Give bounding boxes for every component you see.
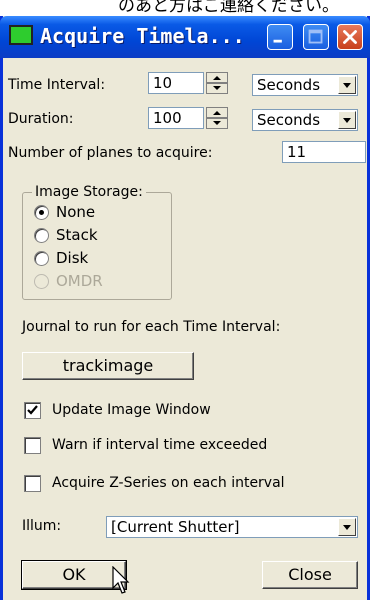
dropdown-arrow-button[interactable] [338, 76, 356, 94]
chevron-down-icon [343, 118, 351, 123]
planes-input[interactable]: 11 [282, 141, 366, 163]
dropdown-arrow-button[interactable] [338, 518, 356, 536]
close-button[interactable]: Close [262, 561, 358, 589]
update-image-window-label: Update Image Window [52, 402, 211, 418]
update-image-window-checkbox[interactable] [24, 402, 41, 419]
time-interval-input[interactable]: 10 [148, 72, 204, 94]
warn-interval-checkbox[interactable] [24, 437, 41, 454]
checkmark-icon [27, 405, 38, 415]
radio-button-disabled [34, 274, 49, 289]
minimize-icon [273, 39, 282, 43]
radio-label: OMDR [56, 272, 103, 290]
close-window-button[interactable] [337, 24, 363, 50]
illum-label: Illum: [22, 518, 62, 534]
acquire-zseries-label: Acquire Z-Series on each interval [52, 475, 285, 491]
duration-label: Duration: [8, 111, 74, 127]
duration-input[interactable]: 100 [148, 107, 204, 129]
dropdown-arrow-button[interactable] [338, 111, 356, 129]
stepper-arrows-icon [206, 107, 228, 129]
radio-button[interactable] [34, 228, 49, 243]
maximize-button[interactable] [303, 24, 329, 50]
mouse-cursor-icon [112, 566, 130, 594]
radio-button[interactable] [34, 205, 49, 220]
minimize-button[interactable] [267, 24, 293, 50]
time-interval-unit-select[interactable]: Seconds [252, 74, 358, 96]
illum-value: [Current Shutter] [111, 518, 240, 536]
background-strip: のあと方はご連絡ください。 [0, 0, 385, 16]
stepper-arrows-icon [206, 72, 228, 94]
chevron-down-icon [343, 83, 351, 88]
duration-stepper[interactable] [206, 107, 228, 129]
time-interval-unit-value: Seconds [257, 76, 321, 94]
background-text: のあと方はご連絡ください。 [118, 0, 339, 16]
radio-label: Stack [56, 226, 98, 244]
title-bar[interactable]: Acquire Timela... [0, 16, 370, 58]
maximize-icon [308, 29, 323, 44]
warn-interval-label: Warn if interval time exceeded [52, 437, 268, 453]
time-interval-label: Time Interval: [8, 77, 106, 93]
close-icon [343, 30, 357, 44]
journal-label: Journal to run for each Time Interval: [22, 319, 281, 335]
window-title: Acquire Timela... [40, 24, 245, 48]
illum-select[interactable]: [Current Shutter] [106, 516, 358, 538]
chevron-down-icon [343, 525, 351, 530]
duration-unit-select[interactable]: Seconds [252, 109, 358, 131]
time-interval-stepper[interactable] [206, 72, 228, 94]
radio-selected-dot [39, 210, 44, 215]
acquire-zseries-checkbox[interactable] [24, 475, 41, 492]
radio-button[interactable] [34, 251, 49, 266]
image-storage-title: Image Storage: [32, 184, 146, 200]
journal-select-button[interactable]: trackimage [22, 352, 194, 380]
radio-label: None [56, 203, 96, 221]
app-window-icon [9, 25, 33, 45]
dialog-window [0, 16, 370, 600]
duration-unit-value: Seconds [257, 111, 321, 129]
ok-button[interactable]: OK [21, 560, 127, 590]
planes-label: Number of planes to acquire: [8, 145, 213, 161]
radio-label: Disk [56, 249, 89, 267]
